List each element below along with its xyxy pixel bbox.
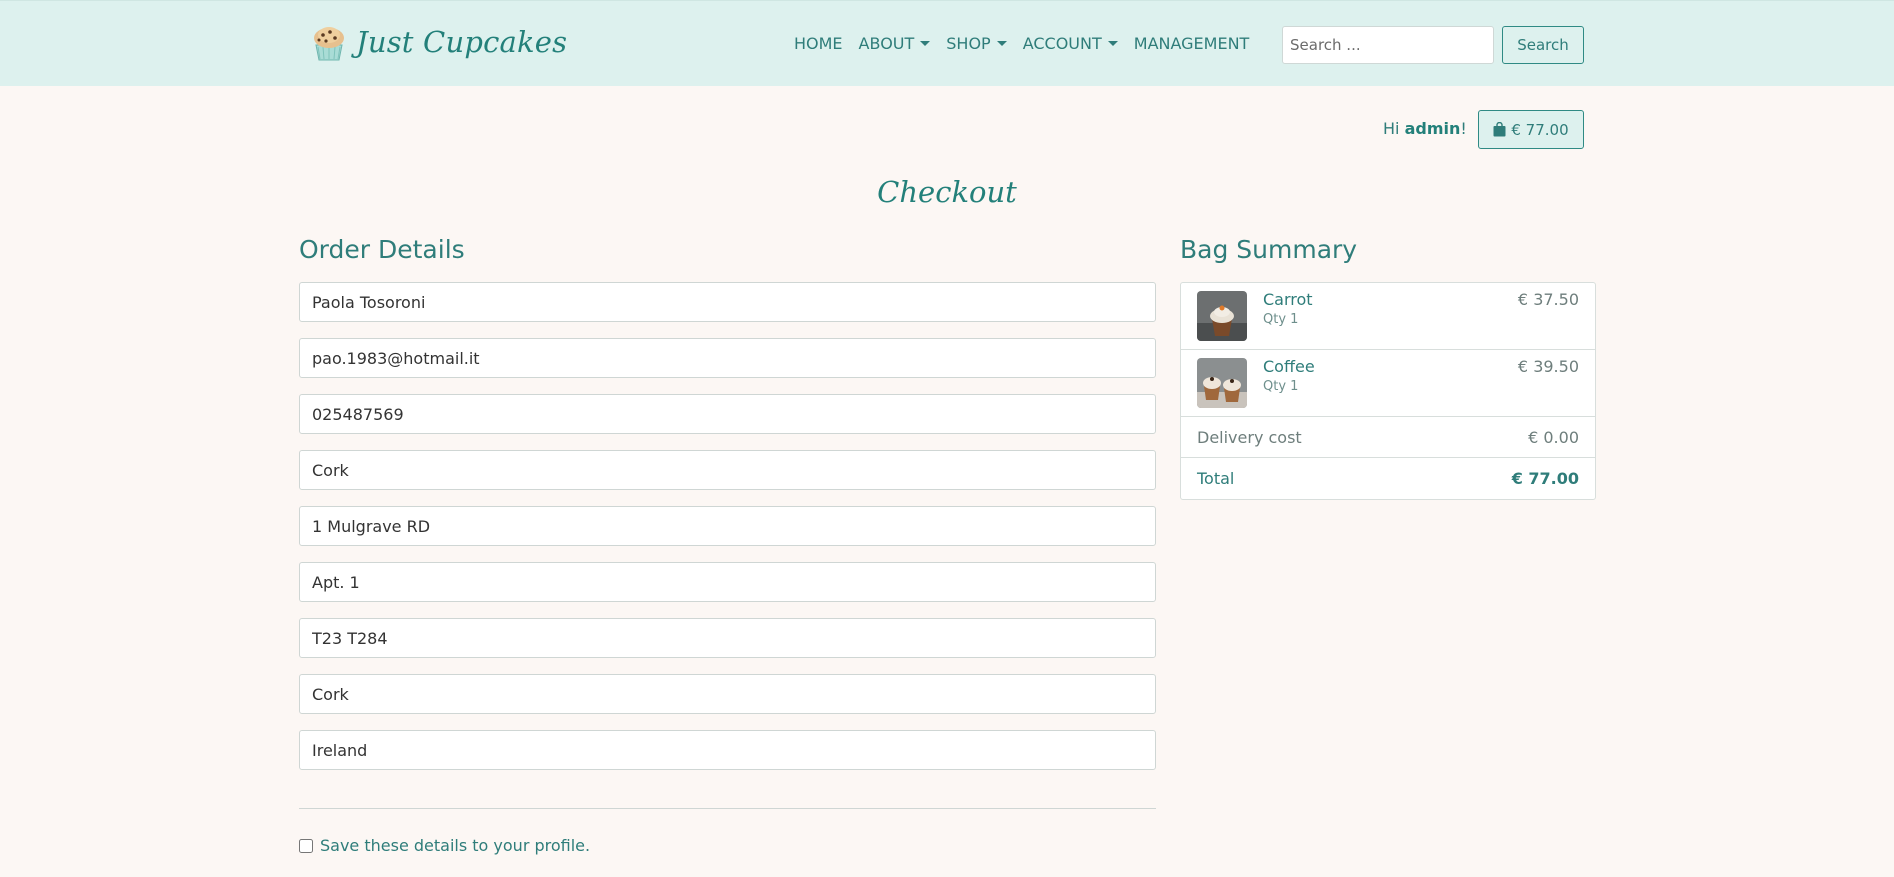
user-greeting: Hi admin!: [1383, 119, 1467, 138]
total-row: Total € 77.00: [1181, 458, 1595, 499]
summary-item-qty: Qty 1: [1263, 379, 1299, 394]
nav-item-account-label: ACCOUNT: [1022, 34, 1102, 53]
nav-item-shop[interactable]: SHOP: [946, 34, 1007, 53]
greeting-prefix: Hi: [1383, 119, 1400, 138]
summary-item-price: € 37.50: [1517, 290, 1579, 309]
postcode-field[interactable]: [299, 618, 1156, 658]
town-field[interactable]: [299, 450, 1156, 490]
cupcake-logo-icon: [314, 27, 344, 61]
country-field[interactable]: [299, 730, 1156, 770]
brand-link[interactable]: Just Cupcakes: [308, 21, 567, 63]
street-address-1-field[interactable]: [299, 506, 1156, 546]
nav-item-home[interactable]: HOME: [794, 34, 843, 53]
summary-item-name[interactable]: Coffee: [1263, 357, 1315, 376]
summary-item-name[interactable]: Carrot: [1263, 290, 1313, 309]
caret-down-icon: [1107, 41, 1118, 46]
bag-total: € 77.00: [1511, 120, 1569, 139]
street-address-2-field[interactable]: [299, 562, 1156, 602]
shopping-bag-button[interactable]: € 77.00: [1478, 110, 1584, 149]
nav-item-management-label: MANAGEMENT: [1133, 34, 1250, 53]
total-label: Total: [1197, 469, 1235, 488]
delivery-cost-row: Delivery cost € 0.00: [1181, 417, 1595, 458]
bag-summary-title: Bag Summary: [1180, 235, 1358, 264]
nav-item-account[interactable]: ACCOUNT: [1023, 34, 1118, 53]
summary-item-price: € 39.50: [1517, 357, 1579, 376]
search-button[interactable]: Search: [1502, 26, 1584, 64]
username: admin: [1404, 119, 1461, 138]
navbar: Just Cupcakes HOME ABOUT SHOP ACCOUNT MA…: [0, 0, 1894, 86]
caret-down-icon: [996, 41, 1007, 46]
summary-item-row: Coffee Qty 1 € 39.50: [1181, 350, 1595, 417]
save-info-label: Save these details to your profile.: [320, 836, 591, 855]
brand-name: Just Cupcakes: [356, 25, 568, 59]
email-field[interactable]: [299, 338, 1156, 378]
summary-item-row: Carrot Qty 1 € 37.50: [1181, 283, 1595, 350]
page-title: Checkout: [877, 175, 1017, 209]
county-field[interactable]: [299, 674, 1156, 714]
total-value: € 77.00: [1511, 469, 1579, 488]
search-input[interactable]: [1282, 26, 1494, 64]
carrot-cupcake-image: [1197, 291, 1247, 341]
caret-down-icon: [920, 41, 931, 46]
phone-field[interactable]: [299, 394, 1156, 434]
shopping-bag-icon: [1493, 122, 1506, 137]
nav-item-about-label: ABOUT: [858, 34, 915, 53]
greeting-suffix: !: [1460, 119, 1467, 138]
order-details-title: Order Details: [299, 235, 465, 264]
delivery-cost-label: Delivery cost: [1197, 428, 1302, 447]
nav-item-management[interactable]: MANAGEMENT: [1134, 34, 1250, 53]
coffee-cupcake-image: [1197, 358, 1247, 408]
nav-item-home-label: HOME: [794, 34, 843, 53]
summary-item-qty: Qty 1: [1263, 312, 1299, 327]
nav-item-about[interactable]: ABOUT: [859, 34, 931, 53]
full-name-field[interactable]: [299, 282, 1156, 322]
main-nav: HOME ABOUT SHOP ACCOUNT MANAGEMENT: [794, 34, 1265, 53]
form-divider: [299, 808, 1156, 809]
delivery-cost-value: € 0.00: [1528, 428, 1579, 447]
bag-summary-card: Carrot Qty 1 € 37.50 Coffee Qty 1 € 39.5…: [1180, 282, 1596, 500]
save-info-row[interactable]: Save these details to your profile.: [299, 836, 590, 855]
nav-item-shop-label: SHOP: [946, 34, 991, 53]
save-info-checkbox[interactable]: [299, 838, 313, 853]
